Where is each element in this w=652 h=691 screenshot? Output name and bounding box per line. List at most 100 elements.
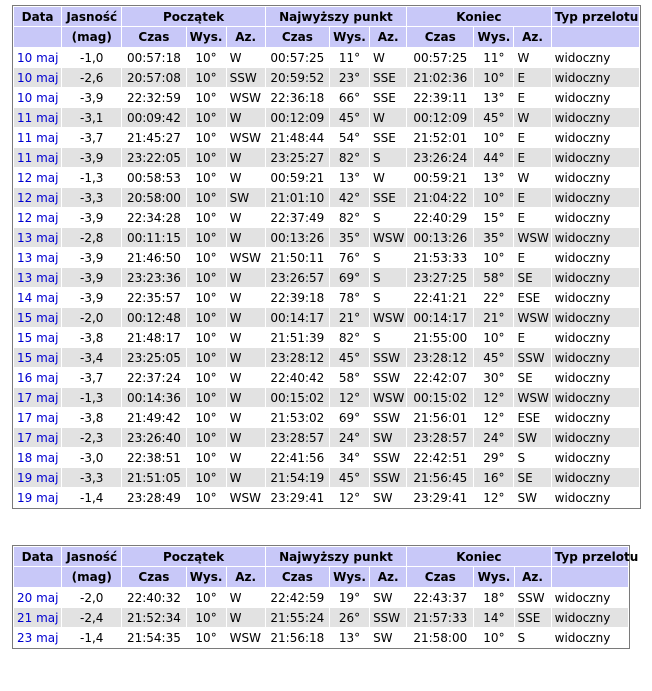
end-alt-cell: 12° [474, 408, 514, 427]
start-alt-cell: 10° [186, 208, 226, 227]
peak-time-cell: 00:57:25 [265, 48, 329, 67]
end-alt-cell: 10° [474, 68, 514, 87]
header-start-time: Czas [122, 27, 186, 47]
end-time-cell: 21:55:00 [407, 328, 474, 347]
start-az-cell: W [226, 408, 265, 427]
start-az-cell: W [226, 348, 265, 367]
end-alt-cell: 35° [474, 228, 514, 247]
brightness-cell: -3,9 [62, 88, 122, 107]
brightness-cell: -3,9 [62, 288, 122, 307]
peak-az-cell: SSW [370, 608, 407, 627]
date-link[interactable]: 21 maj [17, 611, 58, 625]
pass-type-cell: widoczny [551, 188, 639, 207]
date-link[interactable]: 12 maj [17, 191, 58, 205]
end-time-cell: 21:56:01 [407, 408, 474, 427]
brightness-cell: -3,8 [62, 328, 122, 347]
start-time-cell: 23:23:36 [122, 268, 186, 287]
end-alt-cell: 30° [474, 368, 514, 387]
brightness-cell: -2,8 [62, 228, 122, 247]
date-link[interactable]: 10 maj [17, 71, 58, 85]
end-az-cell: SE [514, 268, 551, 287]
table-row: 12 maj -1,3 00:58:53 10° W 00:59:21 13° W 00:59:… [14, 168, 639, 187]
date-link[interactable]: 19 maj [17, 491, 58, 505]
date-link[interactable]: 16 maj [17, 371, 58, 385]
date-link[interactable]: 11 maj [17, 151, 58, 165]
peak-time-cell: 23:28:12 [265, 348, 329, 367]
date-link[interactable]: 15 maj [17, 331, 58, 345]
date-link[interactable]: 13 maj [17, 231, 58, 245]
date-link[interactable]: 17 maj [17, 411, 58, 425]
start-az-cell: WSW [226, 88, 265, 107]
date-cell: 12 maj [14, 168, 62, 187]
pass-type-cell: widoczny [551, 128, 639, 147]
end-time-cell: 00:12:09 [407, 108, 474, 127]
date-link[interactable]: 13 maj [17, 271, 58, 285]
start-az-cell: W [226, 608, 265, 627]
date-link[interactable]: 11 maj [17, 131, 58, 145]
end-time-cell: 22:39:11 [407, 88, 474, 107]
date-link[interactable]: 10 maj [17, 51, 58, 65]
date-link[interactable]: 23 maj [17, 631, 58, 645]
peak-time-cell: 23:28:57 [265, 428, 329, 447]
date-cell: 10 maj [14, 48, 62, 67]
end-time-cell: 22:43:37 [407, 588, 474, 607]
start-az-cell: SW [226, 188, 265, 207]
end-alt-cell: 18° [474, 588, 514, 607]
pass-type-cell: widoczny [551, 588, 628, 607]
date-link[interactable]: 11 maj [17, 111, 58, 125]
brightness-cell: -3,7 [62, 368, 122, 387]
peak-az-cell: S [370, 288, 407, 307]
date-link[interactable]: 17 maj [17, 391, 58, 405]
pass-type-cell: widoczny [551, 408, 639, 427]
date-link[interactable]: 17 maj [17, 431, 58, 445]
end-alt-cell: 58° [474, 268, 514, 287]
end-time-cell: 23:28:57 [407, 428, 474, 447]
start-time-cell: 23:26:40 [122, 428, 186, 447]
peak-az-cell: SW [370, 628, 407, 647]
peak-time-cell: 21:50:11 [265, 248, 329, 267]
date-link[interactable]: 12 maj [17, 171, 58, 185]
peak-time-cell: 22:42:59 [265, 588, 329, 607]
date-link[interactable]: 18 maj [17, 451, 58, 465]
peak-time-cell: 23:25:27 [265, 148, 329, 167]
peak-alt-cell: 12° [329, 388, 370, 407]
header-end-alt: Wys. [474, 567, 514, 587]
passes-table-1: Data Jasność Początek Najwyższy punkt Ko… [12, 5, 641, 509]
start-alt-cell: 10° [186, 288, 226, 307]
date-link[interactable]: 10 maj [17, 91, 58, 105]
peak-alt-cell: 24° [329, 428, 370, 447]
date-link[interactable]: 15 maj [17, 311, 58, 325]
end-alt-cell: 13° [474, 88, 514, 107]
start-alt-cell: 10° [186, 88, 226, 107]
header-start: Początek [122, 7, 265, 26]
date-link[interactable]: 12 maj [17, 211, 58, 225]
peak-time-cell: 23:29:41 [265, 488, 329, 507]
peak-alt-cell: 82° [329, 208, 370, 227]
table-row: 18 maj -3,0 22:38:51 10° W 22:41:56 34° SSW 22:4… [14, 448, 639, 467]
date-link[interactable]: 19 maj [17, 471, 58, 485]
brightness-cell: -3,9 [62, 208, 122, 227]
end-time-cell: 22:40:29 [407, 208, 474, 227]
start-az-cell: W [226, 208, 265, 227]
peak-alt-cell: 66° [329, 88, 370, 107]
peak-az-cell: SSW [370, 468, 407, 487]
start-alt-cell: 10° [186, 308, 226, 327]
end-time-cell: 22:41:21 [407, 288, 474, 307]
peak-az-cell: SSW [370, 448, 407, 467]
date-cell: 19 maj [14, 468, 62, 487]
peak-az-cell: W [370, 108, 407, 127]
date-cell: 18 maj [14, 448, 62, 467]
date-link[interactable]: 15 maj [17, 351, 58, 365]
date-cell: 15 maj [14, 328, 62, 347]
peak-az-cell: SSW [370, 408, 407, 427]
date-link[interactable]: 20 maj [17, 591, 58, 605]
date-link[interactable]: 13 maj [17, 251, 58, 265]
start-time-cell: 00:09:42 [122, 108, 186, 127]
start-az-cell: W [226, 428, 265, 447]
start-az-cell: W [226, 168, 265, 187]
date-link[interactable]: 14 maj [17, 291, 58, 305]
date-cell: 11 maj [14, 148, 62, 167]
table-row: 19 maj -3,3 21:51:05 10° W 21:54:19 45° SSW 21:5… [14, 468, 639, 487]
start-az-cell: WSW [226, 488, 265, 507]
peak-time-cell: 20:59:52 [265, 68, 329, 87]
